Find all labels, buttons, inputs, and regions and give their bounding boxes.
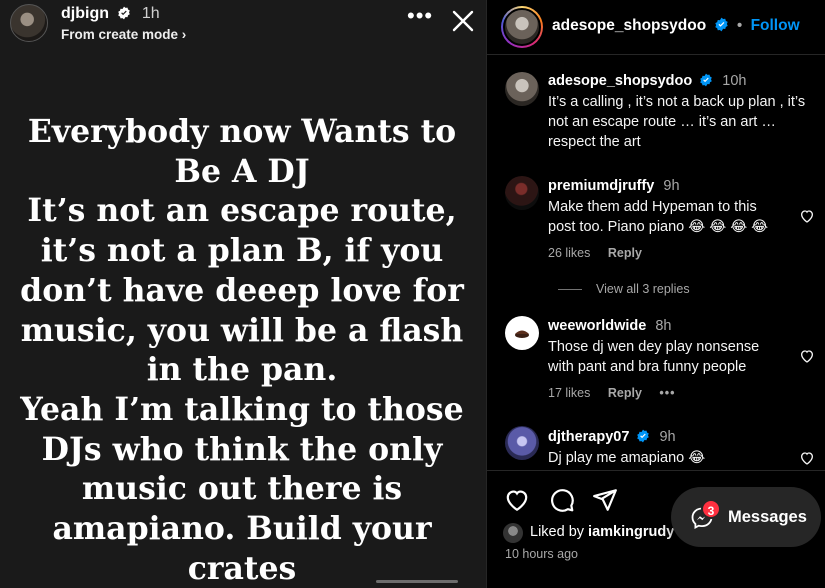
comment-text: Make them add Hypeman to this post too. …: [548, 197, 768, 237]
story-text-line: Yeah I’m talking to those: [20, 390, 464, 428]
story-text: Everybody now Wants to Be A DJ It’s not …: [18, 112, 466, 588]
comment-text: Those dj wen dey play nonsense with pant…: [548, 337, 759, 377]
create-mode-link[interactable]: From create mode ›: [61, 27, 186, 42]
comment-meta: 26 likes Reply: [548, 246, 656, 260]
verified-badge-icon: [117, 6, 131, 25]
story-text-line: amapiano. Build your: [52, 510, 432, 548]
instagram-story-viewer: djbign 1h From create mode › ••• Everybo…: [0, 0, 825, 588]
comment-time: 9h: [663, 178, 680, 194]
view-replies-label: View all 3 replies: [596, 282, 690, 296]
post-author: adesope_shopsydoo • Follow: [552, 17, 800, 37]
like-comment-heart-icon[interactable]: [799, 450, 815, 466]
story-panel: djbign 1h From create mode › ••• Everybo…: [0, 0, 486, 588]
avatar[interactable]: [505, 72, 539, 106]
more-horizontal-icon[interactable]: •••: [407, 5, 433, 27]
verified-badge-icon: [699, 73, 713, 91]
reply-button[interactable]: Reply: [608, 386, 642, 400]
comment-text: Dj play me amapiano 😂: [548, 448, 705, 468]
liked-by-prefix: Liked by: [530, 524, 589, 540]
comment-username[interactable]: weeworldwide: [548, 318, 646, 334]
story-username[interactable]: djbign: [61, 5, 109, 22]
liked-by-text: Liked by iamkingrudy: [530, 524, 674, 540]
comment-text: It’s a calling , it’s not a back up plan…: [548, 92, 805, 152]
close-icon[interactable]: [452, 10, 474, 32]
like-heart-icon[interactable]: [504, 487, 530, 513]
comment-meta: 17 likes Reply •••: [548, 386, 690, 400]
messages-button[interactable]: 3 Messages: [671, 487, 821, 547]
comment-username[interactable]: premiumdjruffy: [548, 178, 654, 194]
comment-time: 10h: [722, 73, 747, 89]
avatar[interactable]: [503, 523, 523, 543]
story-text-line: DJs who think the only: [41, 430, 443, 468]
comment-text-line: Make them add Hypeman to this: [548, 199, 757, 215]
comment-text-line: with pant and bra funny people: [548, 359, 747, 375]
comment-options-button[interactable]: •••: [659, 386, 675, 400]
view-replies-button[interactable]: View all 3 replies: [558, 282, 690, 296]
like-comment-heart-icon[interactable]: [799, 208, 815, 224]
comment-text-line: not an escape route … it’s an art …: [548, 114, 776, 130]
divider: [558, 289, 582, 291]
comment-time: 8h: [655, 318, 672, 334]
story-time: 1h: [141, 5, 160, 22]
story-author: djbign 1h: [61, 5, 160, 25]
comment-text-line: It’s a calling , it’s not a back up plan…: [548, 94, 806, 110]
post-author-avatar[interactable]: [501, 6, 543, 48]
messages-label: Messages: [728, 508, 807, 526]
comment-username[interactable]: adesope_shopsydoo: [548, 73, 692, 89]
share-send-icon[interactable]: [592, 487, 618, 513]
like-count[interactable]: 26 likes: [548, 246, 590, 260]
comment-text-line: Those dj wen dey play nonsense: [548, 339, 760, 355]
story-text-line: music out there is: [81, 470, 403, 508]
avatar[interactable]: [505, 426, 539, 460]
story-text-line: It’s not an escape route,: [27, 192, 457, 230]
separator-dot: •: [736, 17, 743, 34]
scroll-indicator: [376, 580, 458, 583]
story-text-line: Everybody now Wants to: [27, 113, 457, 150]
story-text-line: music, you will be a flash: [20, 311, 464, 349]
comment-bubble-icon[interactable]: [549, 487, 575, 513]
liked-by-user[interactable]: iamkingrudy: [588, 524, 674, 540]
comment-username[interactable]: djtherapy07: [548, 429, 629, 445]
follow-button[interactable]: Follow: [751, 17, 800, 34]
reply-button[interactable]: Reply: [608, 246, 642, 260]
story-text-line: Be A DJ: [174, 152, 310, 190]
comment-text-line: respect the art: [548, 134, 641, 150]
like-comment-heart-icon[interactable]: [799, 348, 815, 364]
avatar[interactable]: [505, 316, 539, 350]
verified-badge-icon: [714, 17, 729, 37]
comment-text-line: post too. Piano piano 😂 😂 😂 😂: [548, 219, 769, 235]
story-author-avatar[interactable]: [10, 4, 48, 42]
comment-time: 9h: [659, 429, 676, 445]
comment-author: premiumdjruffy 9h: [548, 178, 680, 194]
comment-text-line: Dj play me amapiano 😂: [548, 450, 706, 466]
comment-author: adesope_shopsydoo 10h: [548, 73, 747, 91]
comment-author: weeworldwide 8h: [548, 318, 671, 334]
unread-count-badge: 3: [701, 499, 721, 519]
post-author-username[interactable]: adesope_shopsydoo: [552, 17, 706, 34]
avatar[interactable]: [505, 176, 539, 210]
post-header: adesope_shopsydoo • Follow: [487, 0, 825, 55]
verified-badge-icon: [636, 429, 650, 447]
story-text-line: in the pan.: [146, 351, 338, 389]
like-count[interactable]: 17 likes: [548, 386, 590, 400]
post-timestamp: 10 hours ago: [505, 547, 578, 561]
comments-list[interactable]: adesope_shopsydoo 10h It’s a calling , i…: [487, 56, 825, 469]
story-text-line: it’s not a plan B, if you: [40, 232, 444, 270]
comment-author: djtherapy07 9h: [548, 429, 676, 447]
story-text-line: don’t have deeep love for: [20, 271, 464, 309]
